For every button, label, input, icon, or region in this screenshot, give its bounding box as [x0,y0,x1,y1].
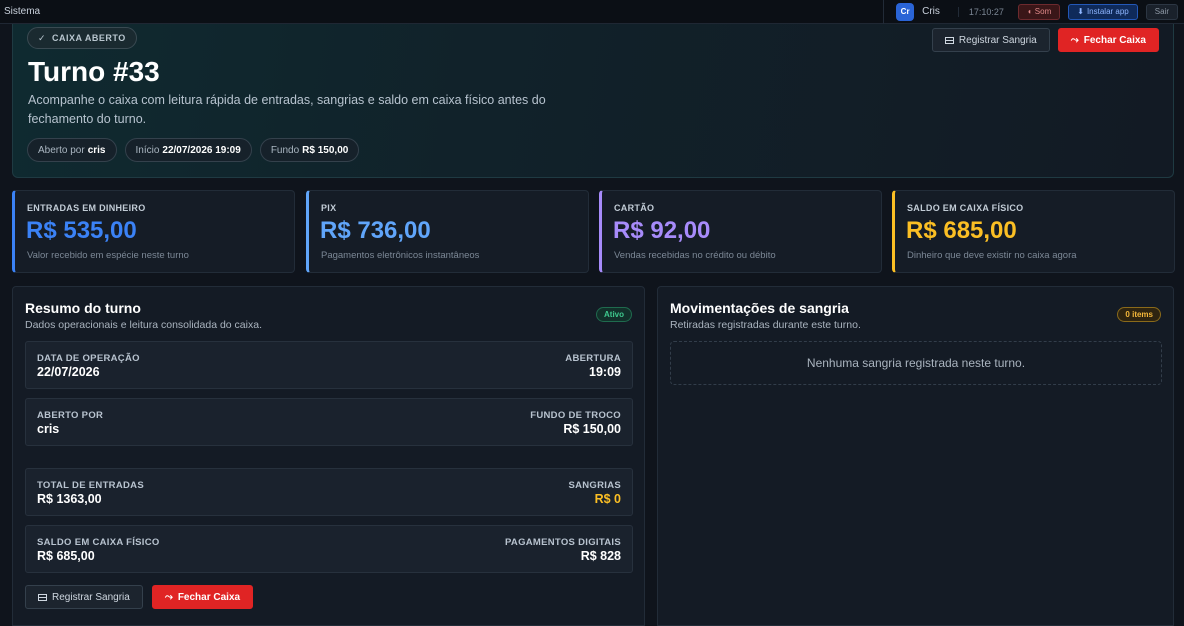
opened-by-value: cris [87,144,106,156]
total-income-value: R$ 1363,00 [37,492,102,506]
receipt-icon [944,36,954,44]
stat-label: PIX [321,203,337,213]
stat-description: Valor recebido em espécie neste turno [27,250,189,261]
close-cash-button[interactable]: ⤳ Fechar Caixa [1057,28,1159,52]
summary-title: Resumo do turno [25,300,141,316]
fund-pill: Fundo R$ 150,00 [259,138,360,162]
summary-row: DATA DE OPERAÇÃO 22/07/2026 ABERTURA 19:… [25,341,633,389]
physical-balance-label: SALDO EM CAIXA FÍSICO [37,537,160,548]
active-status-badge: Ativo [596,307,632,322]
stat-description: Vendas recebidas no crédito ou débito [614,250,776,261]
summary-row: TOTAL DE ENTRADAS R$ 1363,00 SANGRIAS R$… [25,468,633,516]
change-fund-label: FUNDO DE TROCO [530,410,621,421]
empty-state: Nenhuma sangria registrada neste turno. [670,341,1162,385]
stat-card-cash-income: ENTRADAS EM DINHEIRO R$ 535,00 Valor rec… [12,190,295,273]
close-cash-label: Fechar Caixa [1083,34,1146,46]
start-value: 22/07/2026 19:09 [162,144,241,156]
shift-info-pills: Aberto por cris Início 22/07/2026 19:09 … [27,138,360,162]
top-bar: Sistema Cr Cris 17:10:27 ◖ Som ⬇ Instala… [0,0,1184,24]
opened-by-value: cris [37,422,60,436]
opening-label: ABERTURA [565,353,621,364]
withdrawals-label: SANGRIAS [568,480,621,491]
sound-button-label: Som [1034,7,1052,16]
stat-value: R$ 535,00 [26,217,137,244]
summary-row: SALDO EM CAIXA FÍSICO R$ 685,00 PAGAMENT… [25,525,633,573]
opened-by-label: ABERTO POR [37,410,104,421]
change-fund-value: R$ 150,00 [563,422,621,436]
register-withdrawal-label: Registrar Sangria [958,34,1037,46]
register-withdrawal-button[interactable]: Registrar Sangria [25,585,143,609]
clock: 17:10:27 [957,6,1004,17]
total-income-label: TOTAL DE ENTRADAS [37,480,144,491]
stat-value: R$ 92,00 [613,217,711,244]
top-bar-right: Cr Cris 17:10:27 ◖ Som ⬇ Instalar app Sa… [883,0,1184,24]
page-description: Acompanhe o caixa com leitura rápida de … [28,93,546,126]
exit-button[interactable]: Sair [1145,3,1178,20]
page-title: Turno #33 [28,56,160,87]
withdrawals-value: R$ 0 [594,492,621,506]
stat-description: Pagamentos eletrônicos instantâneos [321,250,480,261]
stat-card-pix: PIX R$ 736,00 Pagamentos eletrônicos ins… [306,190,589,273]
cash-open-badge: ✓ CAIXA ABERTO [27,27,137,49]
register-withdrawal-label: Registrar Sangria [52,591,130,603]
shift-hero: ✓ CAIXA ABERTO Turno #33 Acompanhe o cai… [12,24,1174,178]
user-name: Cris [922,6,940,17]
opened-by-label: Aberto por [38,144,85,156]
stat-card-physical-balance: SALDO EM CAIXA FÍSICO R$ 685,00 Dinheiro… [892,190,1175,273]
opened-by-pill: Aberto por cris [27,138,117,162]
stat-label: SALDO EM CAIXA FÍSICO [907,203,1024,213]
receipt-icon [38,593,47,601]
fund-value: R$ 150,00 [302,144,349,156]
lock-icon: ⤳ [164,591,173,603]
download-icon: ⬇ [1077,7,1084,16]
sound-button[interactable]: ◖ Som [1017,3,1061,20]
cash-open-label: CAIXA ABERTO [52,33,126,43]
summary-actions: Registrar Sangria ⤳ Fechar Caixa [25,585,254,609]
user-avatar[interactable]: Cr [896,2,915,21]
operation-date-label: DATA DE OPERAÇÃO [37,353,140,364]
check-icon: ✓ [38,32,47,43]
summary-subtitle: Dados operacionais e leitura consolidada… [25,319,262,331]
install-app-button[interactable]: ⬇ Instalar app [1068,3,1138,20]
opening-value: 19:09 [589,365,621,379]
fund-label: Fundo [270,144,300,156]
start-label: Início [135,144,160,156]
stat-value: R$ 685,00 [906,217,1017,244]
start-pill: Início 22/07/2026 19:09 [124,138,252,162]
lock-icon: ⤳ [1070,34,1079,46]
items-count-badge: 0 items [1117,307,1161,322]
physical-balance-value: R$ 685,00 [37,549,95,563]
hero-actions: Registrar Sangria ⤳ Fechar Caixa [931,28,1159,52]
install-app-label: Instalar app [1086,7,1129,16]
register-withdrawal-button[interactable]: Registrar Sangria [931,28,1050,52]
withdrawals-subtitle: Retiradas registradas durante este turno… [670,319,861,331]
stat-label: CARTÃO [614,203,655,213]
withdrawals-title: Movimentações de sangria [670,300,849,316]
system-label: Sistema [4,6,41,17]
withdrawals-panel: Movimentações de sangria Retiradas regis… [657,286,1174,626]
stat-value: R$ 736,00 [320,217,431,244]
stat-card-card: CARTÃO R$ 92,00 Vendas recebidas no créd… [599,190,882,273]
digital-payments-label: PAGAMENTOS DIGITAIS [504,537,621,548]
summary-row: ABERTO POR cris FUNDO DE TROCO R$ 150,00 [25,398,633,446]
operation-date-value: 22/07/2026 [37,365,100,379]
shift-summary-panel: Resumo do turno Dados operacionais e lei… [12,286,645,626]
close-cash-button[interactable]: ⤳ Fechar Caixa [151,585,254,609]
stat-description: Dinheiro que deve existir no caixa agora [907,250,1077,261]
stat-label: ENTRADAS EM DINHEIRO [27,203,146,213]
digital-payments-value: R$ 828 [580,549,621,563]
speaker-icon: ◖ [1026,7,1032,16]
close-cash-label: Fechar Caixa [177,591,241,603]
